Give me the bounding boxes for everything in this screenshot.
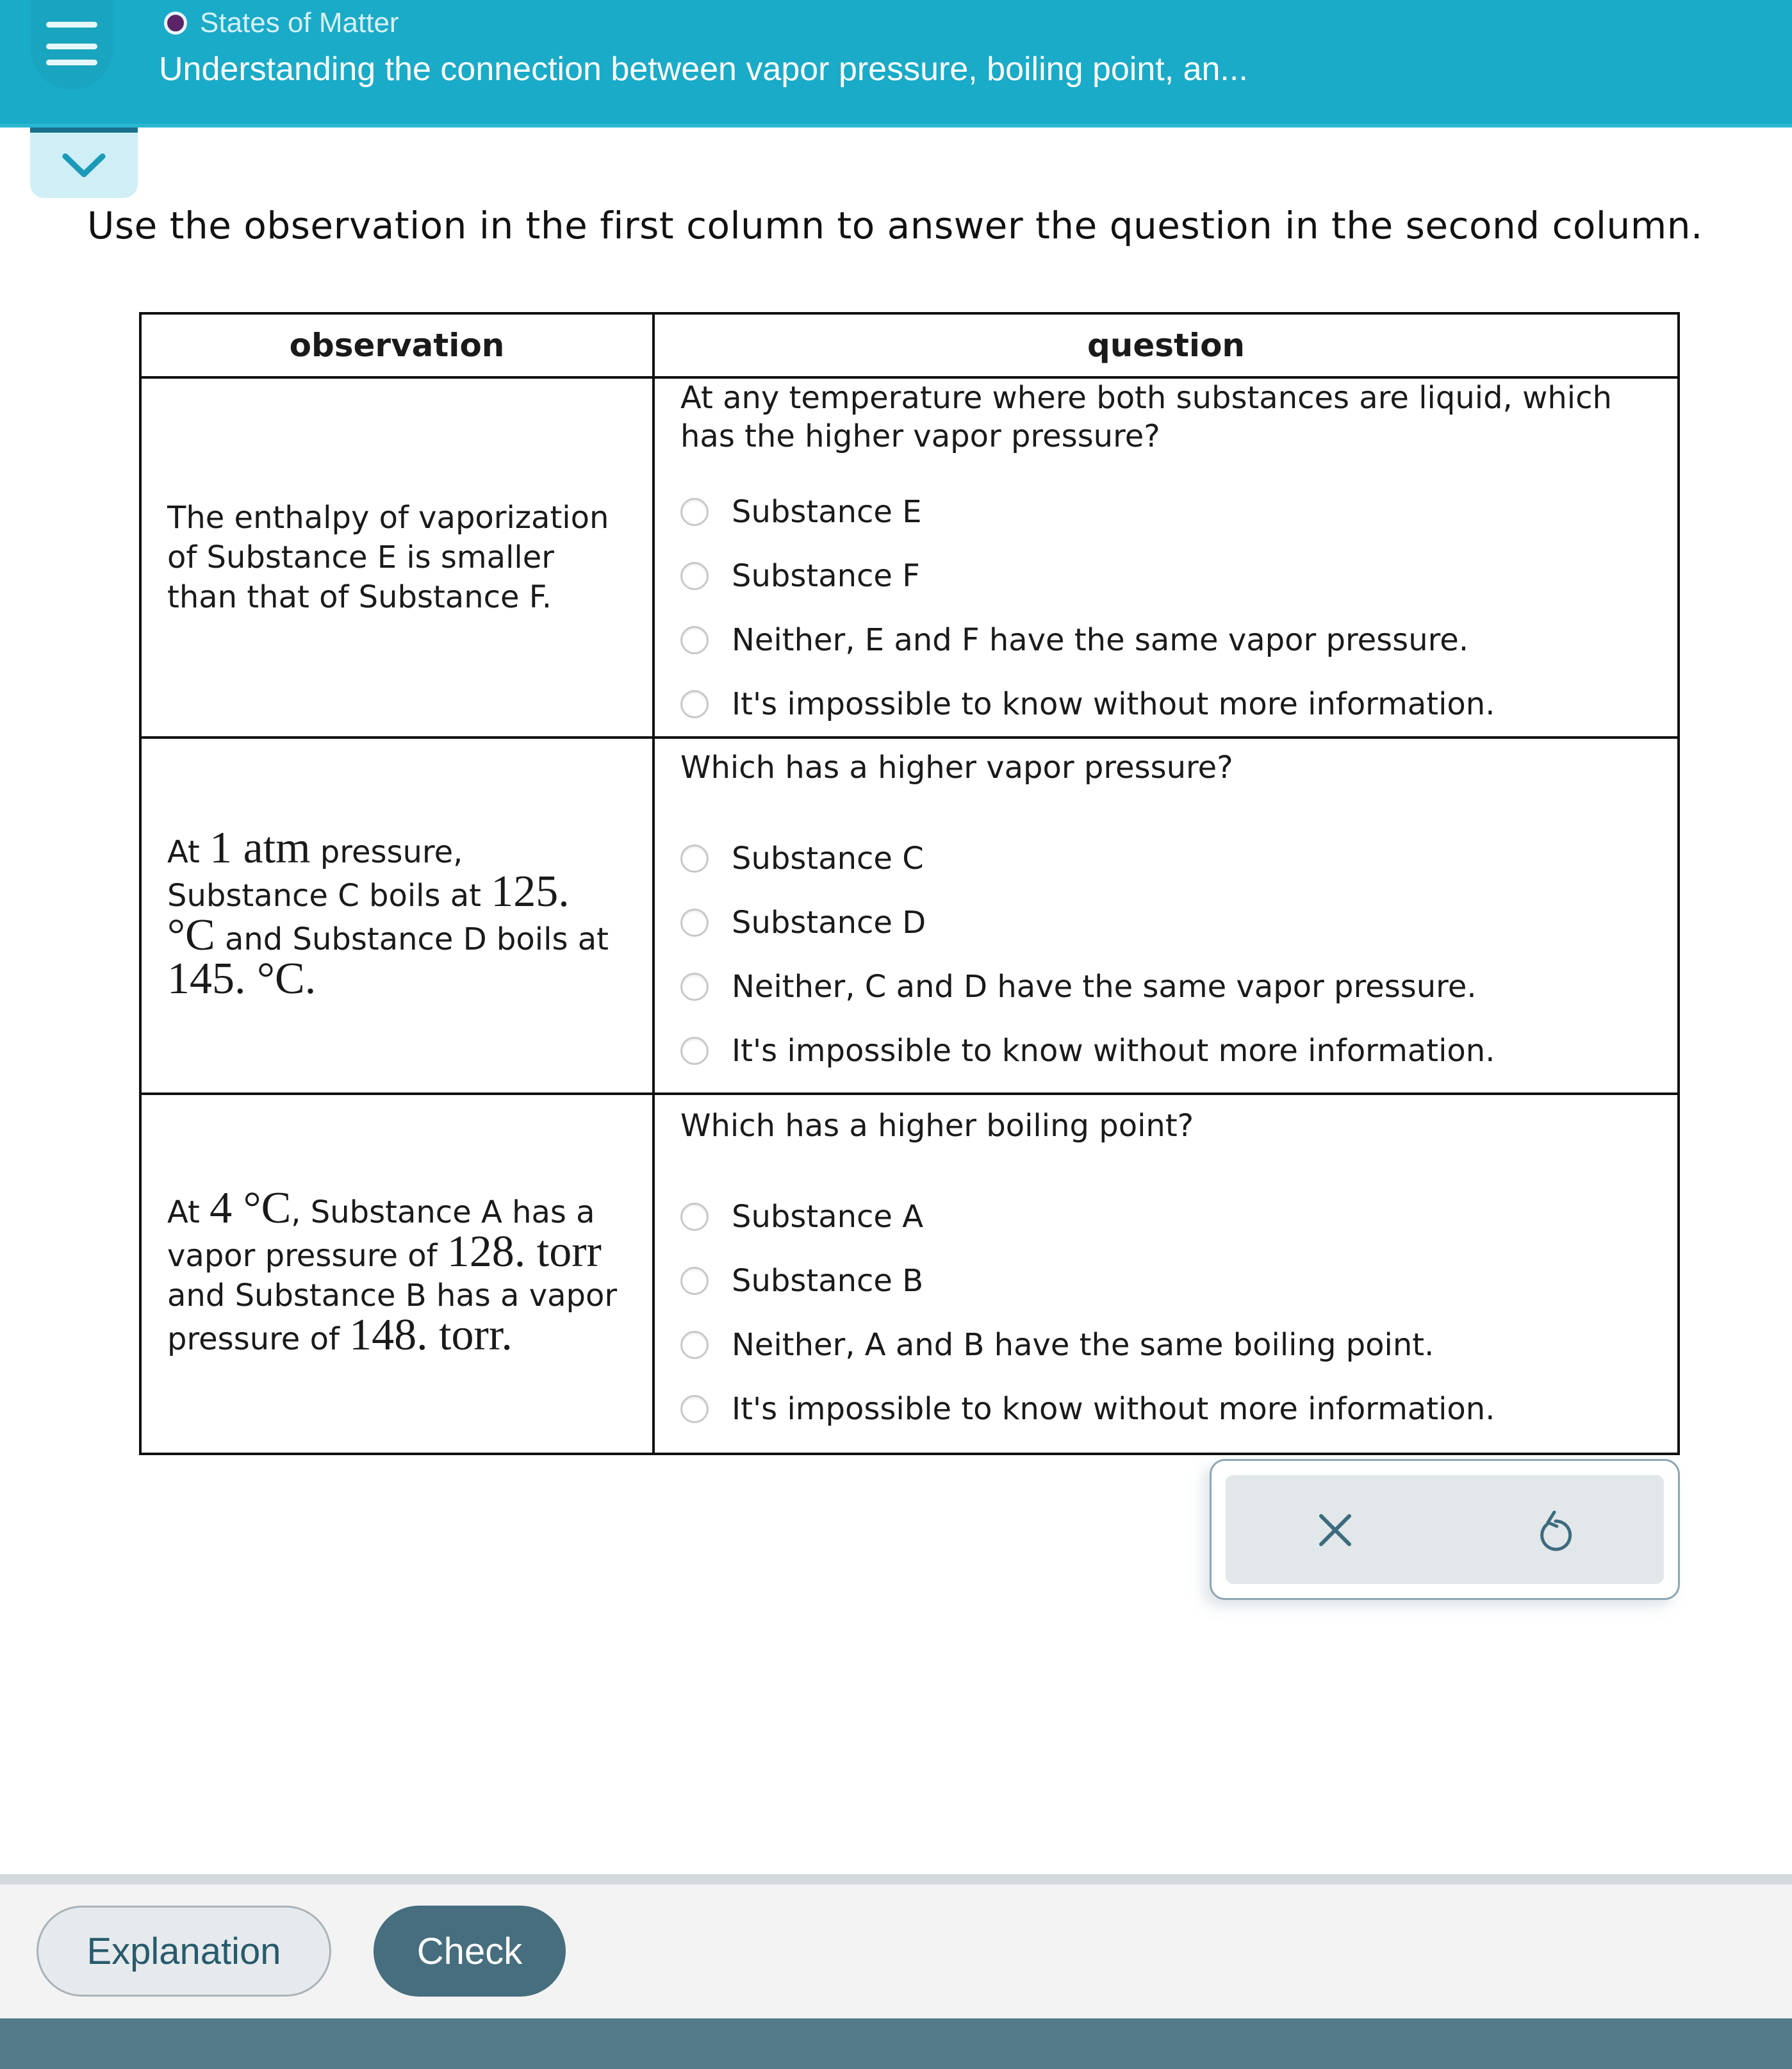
answer-option[interactable]: Neither, A and B have the same boiling p… xyxy=(680,1313,1652,1377)
radio-button[interactable] xyxy=(680,1267,709,1295)
answer-option[interactable]: Substance B xyxy=(680,1249,1652,1313)
instruction-text: Use the observation in the first column … xyxy=(87,204,1703,247)
radio-button[interactable] xyxy=(680,562,709,590)
radio-button[interactable] xyxy=(680,1395,709,1423)
option-label: Substance F xyxy=(732,558,920,594)
observation-text: . xyxy=(304,954,316,1003)
top-bar: States of Matter Understanding the conne… xyxy=(0,0,1792,128)
expand-toggle-button[interactable] xyxy=(30,128,138,198)
topic-row: States of Matter xyxy=(164,5,399,41)
question-cell: Which has a higher boiling point? Substa… xyxy=(652,1092,1680,1455)
answer-option[interactable]: Neither, E and F have the same vapor pre… xyxy=(680,608,1652,672)
question-cell: At any temperature where both substances… xyxy=(652,376,1680,739)
radio-button[interactable] xyxy=(680,909,709,937)
lesson-title: Understanding the connection between vap… xyxy=(159,51,1248,88)
topic-dot-icon xyxy=(164,12,187,35)
option-label: It's impossible to know without more inf… xyxy=(732,1391,1495,1427)
answer-option[interactable]: Substance C xyxy=(680,827,1652,891)
answer-option[interactable]: Neither, C and D have the same vapor pre… xyxy=(680,955,1652,1019)
radio-button[interactable] xyxy=(680,845,709,873)
question-cell: Which has a higher vapor pressure? Subst… xyxy=(652,736,1680,1095)
math-value: 4 °C xyxy=(210,1183,292,1233)
undo-icon xyxy=(1540,1510,1572,1551)
option-label: Substance C xyxy=(732,841,924,877)
hamburger-icon-line xyxy=(46,60,97,65)
answer-option[interactable]: It's impossible to know without more inf… xyxy=(680,672,1652,736)
question-text: Which has a higher boiling point? xyxy=(680,1108,1194,1144)
answer-option[interactable]: It's impossible to know without more inf… xyxy=(680,1019,1652,1083)
answer-option[interactable]: Substance F xyxy=(680,544,1652,608)
table-header-row: observation question xyxy=(139,312,1680,379)
answer-option[interactable]: Substance A xyxy=(680,1185,1652,1249)
question-header: question xyxy=(652,312,1680,379)
answer-option[interactable]: It's impossible to know without more inf… xyxy=(680,1377,1652,1441)
menu-button[interactable] xyxy=(31,0,113,90)
footer-divider xyxy=(0,1874,1792,1884)
table-row: The enthalpy of vaporization of Substanc… xyxy=(139,376,1680,739)
answer-option[interactable]: Substance D xyxy=(680,891,1652,955)
radio-button[interactable] xyxy=(680,1037,709,1065)
answer-action-box xyxy=(1210,1459,1680,1600)
option-label: Substance A xyxy=(732,1199,924,1235)
hamburger-icon-line xyxy=(46,22,97,28)
radio-button[interactable] xyxy=(680,1331,709,1359)
bottom-bar xyxy=(0,2018,1792,2069)
observation-text: and Substance D boils at xyxy=(215,921,609,957)
option-label: It's impossible to know without more inf… xyxy=(732,1033,1495,1069)
observation-text: At xyxy=(167,1194,210,1230)
observation-header: observation xyxy=(139,312,655,379)
answer-option[interactable]: Substance E xyxy=(680,480,1652,544)
option-label: Neither, E and F have the same vapor pre… xyxy=(732,622,1469,658)
undo-button[interactable] xyxy=(1445,1475,1664,1584)
observation-text: The enthalpy of vaporization of Substanc… xyxy=(167,500,609,615)
observation-cell: The enthalpy of vaporization of Substanc… xyxy=(139,376,655,739)
option-label: Substance D xyxy=(732,905,926,941)
radio-button[interactable] xyxy=(680,973,709,1001)
table-row: At 4 °C, Substance A has a vapor pressur… xyxy=(139,1092,1680,1455)
table-row: At 1 atm pressure, Substance C boils at … xyxy=(139,736,1680,1095)
question-text: At any temperature where both substances… xyxy=(680,380,1612,454)
action-button-group xyxy=(1226,1475,1664,1584)
question-text: Which has a higher vapor pressure? xyxy=(680,750,1233,786)
clear-button[interactable] xyxy=(1226,1475,1445,1584)
question-table: observation question The enthalpy of vap… xyxy=(139,312,1680,1455)
option-label: Neither, A and B have the same boiling p… xyxy=(732,1327,1434,1363)
math-value: 145. °C xyxy=(167,954,305,1003)
option-label: Neither, C and D have the same vapor pre… xyxy=(732,969,1477,1005)
option-label: It's impossible to know without more inf… xyxy=(732,686,1495,722)
math-value: 128. torr xyxy=(447,1227,602,1276)
math-value: 1 atm xyxy=(210,823,311,873)
topic-label: States of Matter xyxy=(200,7,399,38)
hamburger-icon-line xyxy=(46,44,97,49)
option-label: Substance B xyxy=(732,1263,924,1299)
radio-button[interactable] xyxy=(680,498,709,526)
check-button[interactable]: Check xyxy=(374,1906,566,1997)
observation-text: At xyxy=(167,834,210,870)
radio-button[interactable] xyxy=(680,1203,709,1231)
radio-button[interactable] xyxy=(680,626,709,654)
observation-cell: At 1 atm pressure, Substance C boils at … xyxy=(139,736,655,1095)
option-label: Substance E xyxy=(732,494,922,530)
explanation-button[interactable]: Explanation xyxy=(37,1906,331,1997)
x-icon xyxy=(1319,1514,1351,1546)
chevron-down-icon xyxy=(62,153,106,177)
math-value: 148. torr xyxy=(349,1310,502,1360)
radio-button[interactable] xyxy=(680,690,709,718)
observation-text: . xyxy=(501,1310,513,1360)
observation-cell: At 4 °C, Substance A has a vapor pressur… xyxy=(139,1092,655,1455)
